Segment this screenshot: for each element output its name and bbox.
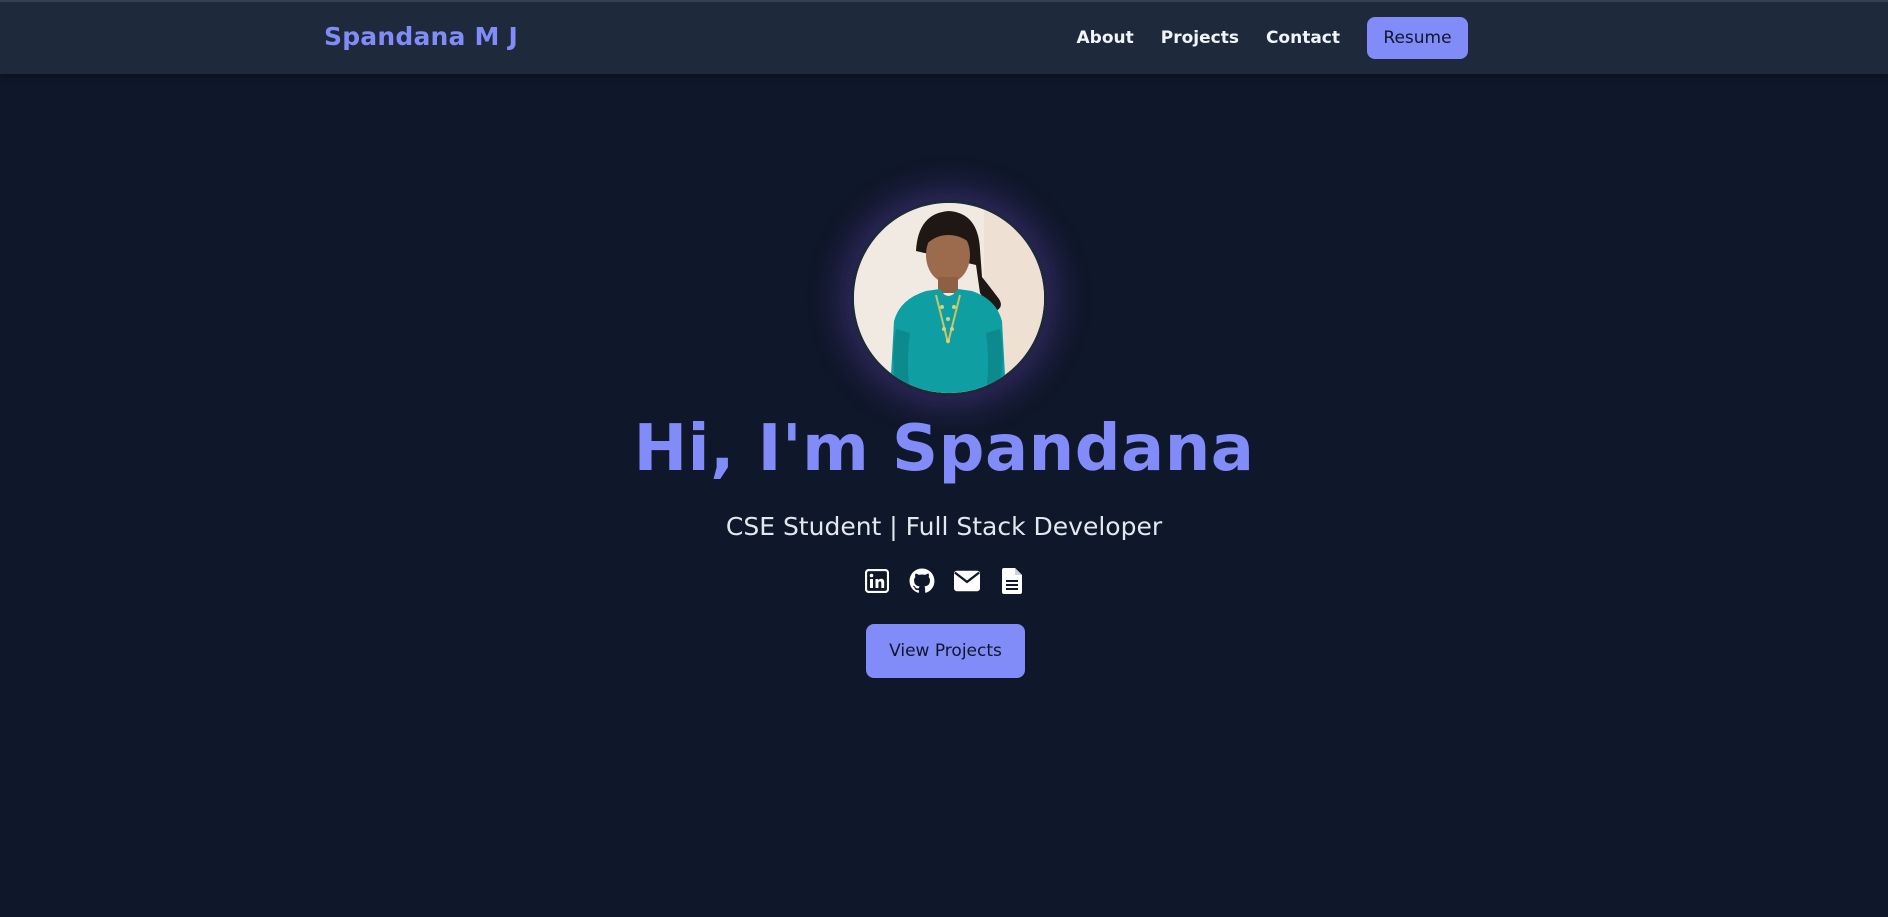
github-icon[interactable]: [909, 568, 935, 594]
nav-link-contact[interactable]: Contact: [1266, 18, 1340, 58]
view-projects-button[interactable]: View Projects: [866, 624, 1025, 678]
nav-link-about[interactable]: About: [1077, 18, 1134, 58]
linkedin-icon[interactable]: [864, 568, 890, 594]
hero-section: Hi, I'm Spandana CSE Student | Full Stac…: [0, 74, 1888, 917]
nav-links: About Projects Contact Resume: [1077, 17, 1468, 59]
navbar: Spandana M J About Projects Contact Resu…: [0, 0, 1888, 74]
brand-logo[interactable]: Spandana M J: [324, 22, 518, 51]
profile-avatar: [851, 200, 1047, 396]
hero-subtitle: CSE Student | Full Stack Developer: [725, 512, 1163, 541]
document-icon[interactable]: [999, 568, 1025, 594]
resume-button[interactable]: Resume: [1367, 17, 1468, 59]
profile-photo: [854, 203, 1044, 393]
hero-title: Hi, I'm Spandana: [633, 412, 1255, 486]
social-links: [0, 568, 1888, 594]
nav-link-projects[interactable]: Projects: [1161, 18, 1239, 58]
envelope-icon[interactable]: [953, 568, 980, 594]
